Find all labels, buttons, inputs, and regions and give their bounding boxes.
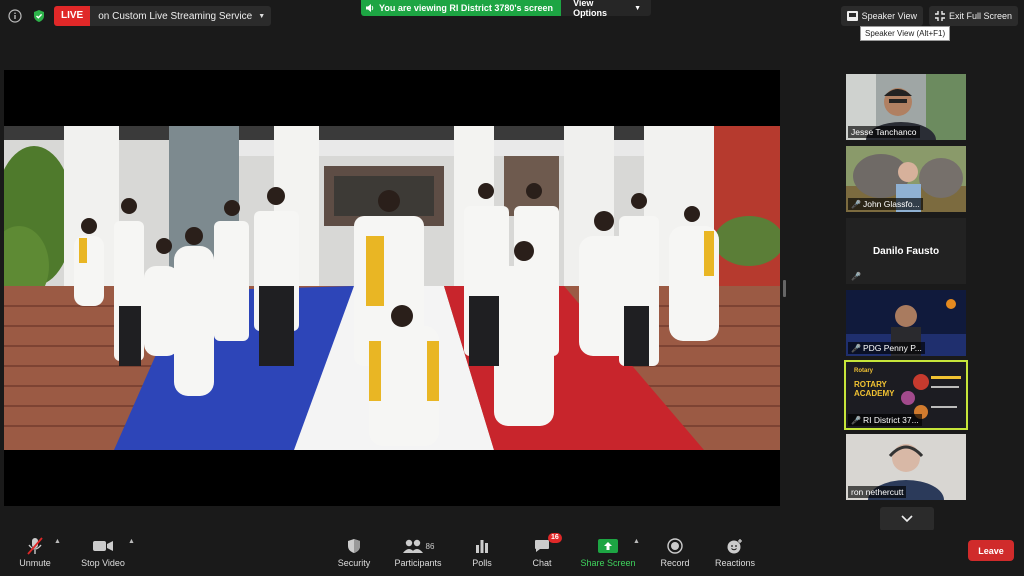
participant-tile[interactable]: Jesse Tanchanco	[846, 74, 966, 140]
exit-full-screen-button[interactable]: Exit Full Screen	[928, 6, 1018, 26]
chat-bubble-icon: 16	[534, 533, 562, 556]
bar-chart-icon	[475, 536, 489, 556]
share-screen-label: Share Screen	[580, 558, 636, 568]
participant-name-tag: 🎤 RI District 37...	[848, 414, 922, 426]
participants-count: 86	[425, 541, 435, 551]
view-options-label: View Options	[573, 0, 608, 18]
participant-gallery: Jesse Tanchanco 🎤 John Glassfo... Danilo…	[844, 74, 968, 506]
exit-full-screen-label: Exit Full Screen	[948, 11, 1012, 21]
participant-name-center: Danilo Fausto	[872, 245, 940, 257]
participant-name-tag: Jesse Tanchanco	[848, 126, 920, 138]
share-options-caret[interactable]: ▲	[633, 538, 640, 545]
muted-mic-icon: 🎤	[851, 199, 861, 209]
speaker-view-tooltip: Speaker View (Alt+F1)	[860, 26, 951, 41]
audio-options-caret[interactable]: ▲	[54, 538, 61, 545]
participant-name-tag: 🎤 PDG Penny P...	[848, 342, 925, 354]
top-left-controls: LIVE on Custom Live Streaming Service ▼	[6, 6, 272, 26]
unmute-label: Unmute	[19, 558, 51, 568]
participant-name: ron nethercutt	[851, 487, 904, 497]
muted-mic-icon: 🎤	[851, 415, 861, 425]
speaker-view-button[interactable]: Speaker View	[840, 6, 923, 26]
reactions-label: Reactions	[714, 558, 756, 568]
participant-tile[interactable]: 🎤 PDG Penny P...	[846, 290, 966, 356]
speaker-icon	[366, 4, 374, 12]
chevron-down-icon	[901, 515, 913, 523]
reactions-button[interactable]: Reactions	[700, 536, 770, 568]
speaker-view-label: Speaker View	[861, 11, 917, 21]
participant-name: John Glassfo...	[862, 199, 920, 209]
panel-resize-handle[interactable]	[783, 280, 786, 297]
shared-video-frame	[4, 126, 780, 450]
participant-name: Jesse Tanchanco	[851, 127, 917, 137]
screen-share-banner: You are viewing RI District 3780's scree…	[361, 0, 652, 18]
muted-mic-icon: 🎤	[851, 272, 861, 281]
view-options-button[interactable]: View Options ▼	[561, 0, 652, 18]
stop-video-label: Stop Video	[81, 558, 125, 568]
muted-mic-icon: 🎤	[851, 343, 861, 353]
share-screen-icon	[598, 536, 618, 556]
video-options-caret[interactable]: ▲	[128, 538, 135, 545]
meeting-toolbar: Unmute ▲ Stop Video ▲ Security 86 Partic…	[0, 530, 1024, 576]
muted-microphone-icon	[27, 536, 43, 556]
live-destination: on Custom Live Streaming Service	[98, 10, 253, 22]
top-right-controls: Speaker View Exit Full Screen	[840, 6, 1018, 26]
viewing-banner-text: You are viewing RI District 3780's scree…	[379, 3, 554, 13]
video-camera-icon	[93, 536, 113, 556]
chat-unread-badge: 16	[548, 533, 562, 543]
chat-label: Chat	[532, 558, 552, 568]
polls-label: Polls	[472, 558, 492, 568]
smiley-plus-icon	[726, 536, 744, 556]
participants-icon: 86	[402, 536, 435, 556]
shared-screen[interactable]	[4, 70, 780, 506]
participant-name: RI District 37...	[862, 415, 919, 425]
shield-icon	[347, 536, 361, 556]
chevron-down-icon: ▼	[634, 4, 642, 12]
participant-name-tag: 🎤	[848, 271, 864, 282]
info-icon[interactable]	[6, 7, 24, 25]
tile-rotary-label: Rotary	[854, 368, 874, 374]
live-stream-indicator[interactable]: LIVE on Custom Live Streaming Service ▼	[54, 6, 272, 26]
grid-icon	[846, 11, 858, 21]
live-badge: LIVE	[54, 6, 91, 26]
record-icon	[667, 536, 683, 556]
tile-rotary-academy-label: ROTARY ACADEMY	[854, 380, 895, 398]
participant-name: PDG Penny P...	[862, 343, 922, 353]
gallery-scroll-down-button[interactable]	[880, 507, 934, 531]
leave-button[interactable]: Leave	[968, 540, 1014, 561]
chat-button[interactable]: 16 Chat	[507, 533, 577, 568]
exit-fullscreen-icon	[934, 11, 945, 21]
participant-tile-active-speaker[interactable]: Rotary ROTARY ACADEMY 🎤 RI District 37..…	[844, 360, 968, 430]
choir-video-image	[4, 126, 780, 450]
security-label: Security	[337, 558, 371, 568]
participant-tile[interactable]: ron nethercutt	[846, 434, 966, 500]
chevron-down-icon: ▼	[258, 12, 266, 20]
participants-button[interactable]: 86 Participants	[383, 536, 453, 568]
participants-label: Participants	[394, 558, 442, 568]
participant-tile[interactable]: Danilo Fausto 🎤	[846, 218, 966, 284]
viewing-screen-pill: You are viewing RI District 3780's scree…	[361, 0, 562, 16]
security-button[interactable]: Security	[319, 536, 389, 568]
participant-tile[interactable]: 🎤 John Glassfo...	[846, 146, 966, 212]
participant-name-tag: ron nethercutt	[848, 486, 907, 498]
shield-check-icon[interactable]	[30, 7, 48, 25]
zoom-meeting-window: LIVE on Custom Live Streaming Service ▼ …	[0, 0, 1024, 576]
participant-name-tag: 🎤 John Glassfo...	[848, 198, 923, 210]
record-label: Record	[660, 558, 690, 568]
